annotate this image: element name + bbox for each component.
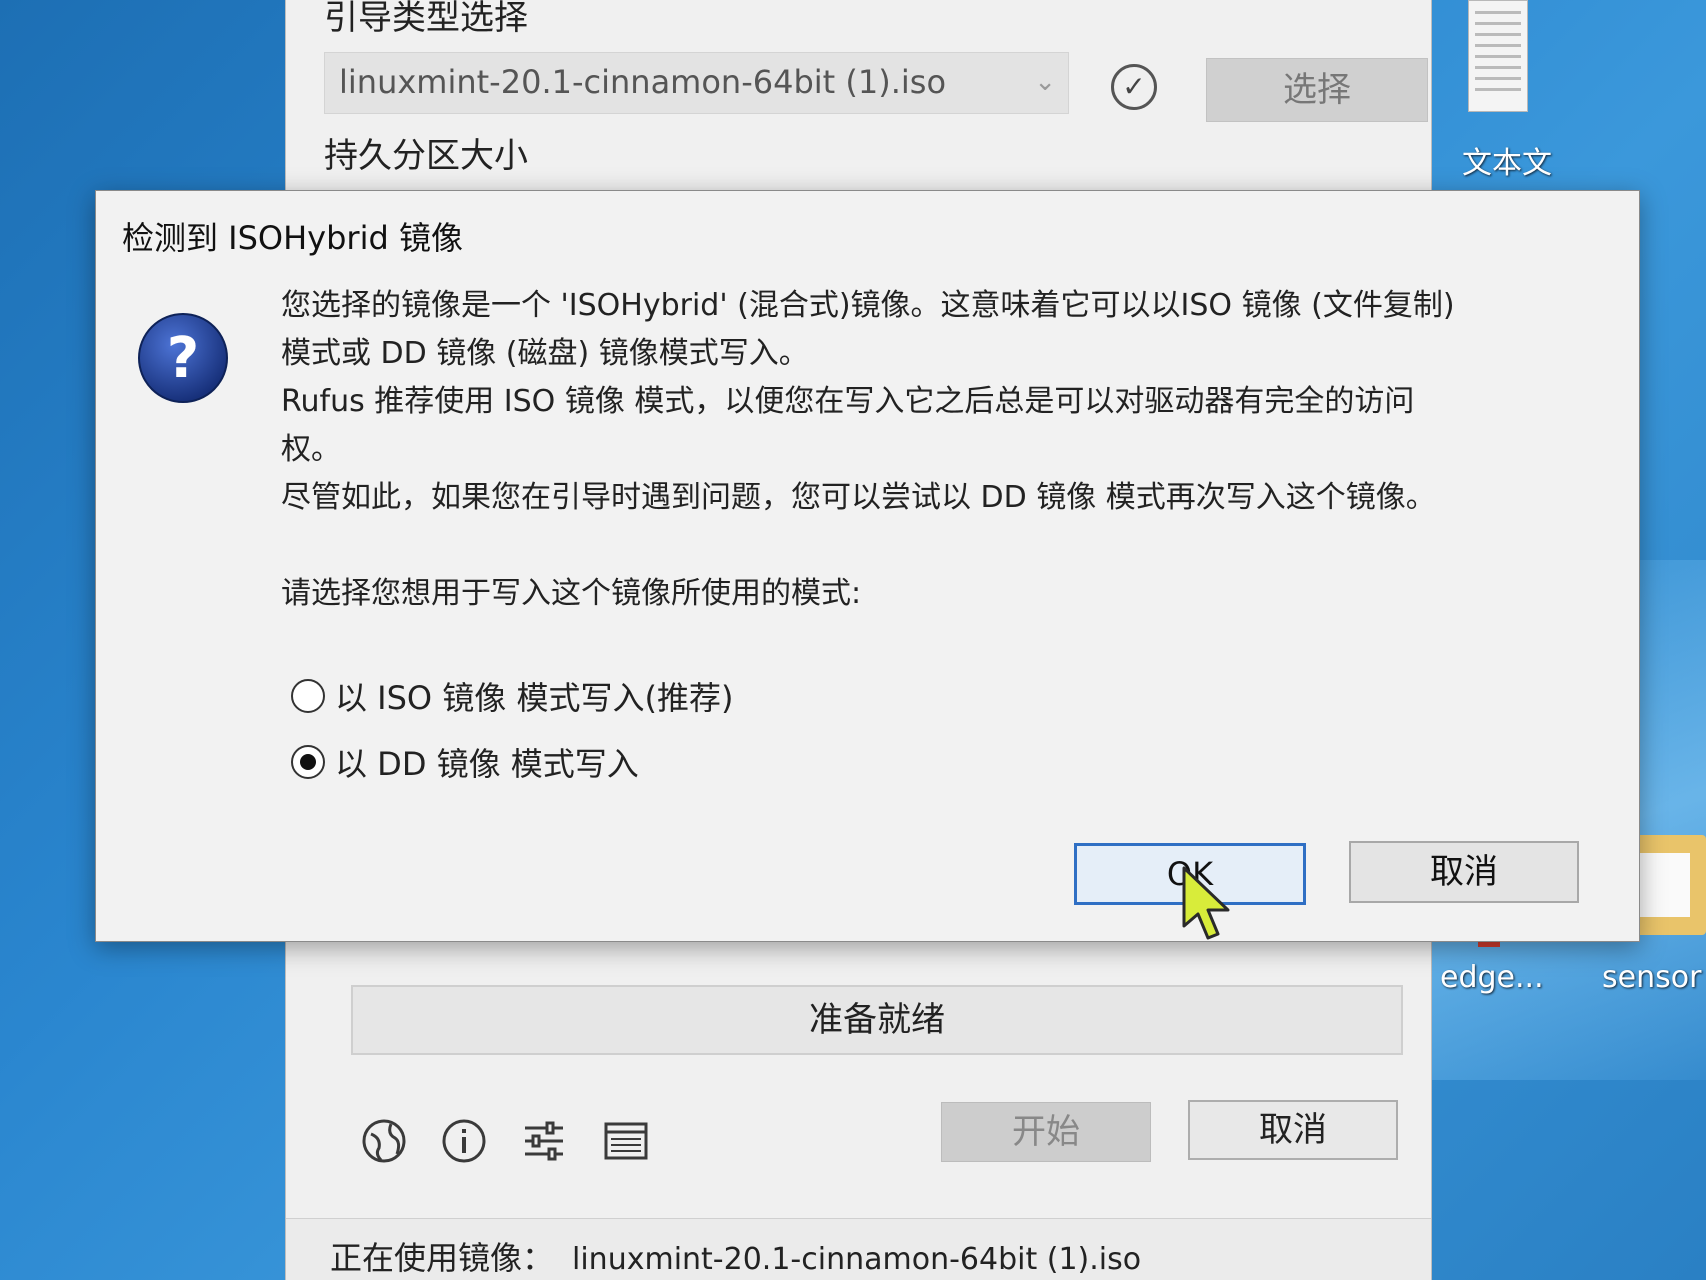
settings-sliders-icon[interactable] — [521, 1118, 567, 1164]
svg-text:?: ? — [167, 326, 199, 391]
select-button[interactable]: 选择 — [1206, 58, 1428, 122]
dialog-title: 检测到 ISOHybrid 镜像 — [122, 219, 463, 257]
radio-iso-mode[interactable]: 以 ISO 镜像 模式写入(推荐) — [291, 673, 733, 719]
message-line-4: 权。 — [281, 432, 341, 467]
message-line-5: 尽管如此，如果您在引导时遇到问题，您可以尝试以 DD 镜像 模式再次写入这个镜像… — [281, 480, 1436, 515]
radio-dd-label[interactable]: 以 DD 镜像 模式写入 — [335, 739, 639, 785]
desktop-icon-label-edge[interactable]: edge... — [1440, 960, 1544, 995]
cursor-icon — [1182, 866, 1230, 940]
boot-selection-label: 引导类型选择 — [324, 0, 528, 38]
status-line-value: linuxmint-20.1-cinnamon-64bit (1).iso — [572, 1242, 1142, 1277]
globe-icon[interactable] — [361, 1118, 407, 1164]
isohybrid-dialog: 检测到 ISOHybrid 镜像 ? 您选择的镜像是一个 'ISOHybrid'… — [95, 190, 1640, 942]
radio-iso-label[interactable]: 以 ISO 镜像 模式写入(推荐) — [335, 673, 733, 719]
question-icon: ? — [138, 313, 228, 403]
close-button[interactable]: 取消 — [1188, 1100, 1398, 1160]
radio-dd-mode[interactable]: 以 DD 镜像 模式写入 — [291, 739, 639, 785]
message-line-1: 您选择的镜像是一个 'ISOHybrid' (混合式)镜像。这意味着它可以以IS… — [281, 288, 1455, 323]
desktop-icon-label-text[interactable]: 文本文 — [1462, 138, 1552, 182]
cancel-button[interactable]: 取消 — [1349, 841, 1579, 903]
check-circle-icon[interactable]: ✓ — [1111, 64, 1157, 110]
status-line-prefix: 正在使用镜像： — [330, 1239, 555, 1277]
document-icon[interactable] — [1468, 0, 1528, 112]
message-line-3: Rufus 推荐使用 ISO 镜像 模式，以便您在写入它之后总是可以对驱动器有完… — [281, 384, 1415, 419]
desktop-icon-label-sensor[interactable]: sensor — [1602, 960, 1701, 995]
image-combo-value: linuxmint-20.1-cinnamon-64bit (1).iso — [339, 63, 947, 101]
mode-prompt: 请选择您想用于写入这个镜像所使用的模式: — [281, 576, 862, 611]
image-select-combo[interactable]: linuxmint-20.1-cinnamon-64bit (1).iso ⌄ — [324, 52, 1069, 114]
log-icon[interactable] — [603, 1118, 649, 1164]
start-button[interactable]: 开始 — [941, 1102, 1151, 1162]
radio-button-checked[interactable] — [291, 745, 325, 779]
radio-button[interactable] — [291, 679, 325, 713]
status-progress-bar: 准备就绪 — [351, 985, 1403, 1055]
info-icon[interactable] — [441, 1118, 487, 1164]
image-status-line: 正在使用镜像： linuxmint-20.1-cinnamon-64bit (1)… — [286, 1218, 1431, 1280]
persistent-partition-label: 持久分区大小 — [324, 136, 528, 176]
message-line-2: 模式或 DD 镜像 (磁盘) 镜像模式写入。 — [281, 336, 809, 371]
chevron-down-icon: ⌄ — [1034, 67, 1056, 97]
